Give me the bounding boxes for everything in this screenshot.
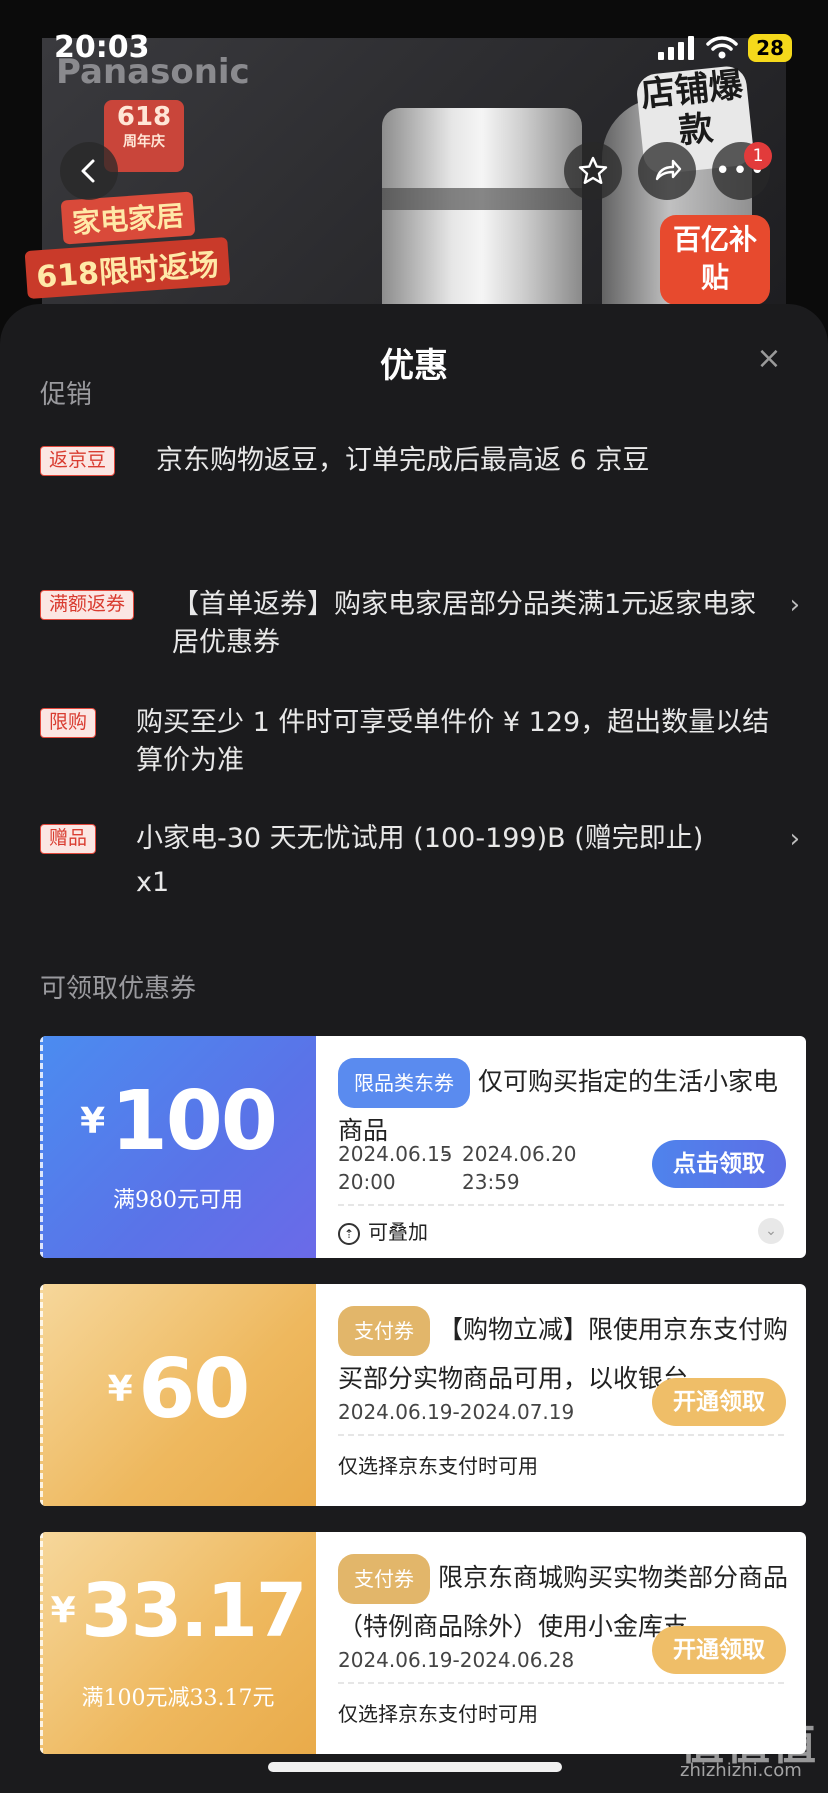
coupon-value: 100: [110, 1074, 278, 1169]
coupon-condition: 满980元可用: [113, 1188, 243, 1213]
promotion-tag: 赠品: [40, 824, 97, 854]
back-button[interactable]: [60, 142, 118, 200]
chevron-left-icon: [81, 159, 95, 183]
promo-618-sub: 周年庆: [123, 134, 165, 150]
wifi-icon: [706, 36, 738, 59]
coupon-value: 33.17: [81, 1568, 307, 1654]
promotion-text: 京东购物返豆，订单完成后最高返 6 京豆: [156, 445, 650, 476]
coupon-start-date: 2024.06.15: [338, 1142, 453, 1166]
coupon-type-tag: 支付券: [338, 1306, 430, 1356]
promotion-item: 返京豆 京东购物返豆，订单完成后最高返 6 京豆: [40, 442, 800, 492]
coupon-amount: ¥ 100: [40, 1074, 316, 1169]
coupon-amount: ¥ 33.17: [40, 1568, 316, 1654]
coupon-currency: ¥: [50, 1590, 76, 1632]
sheet-title: 优惠: [380, 346, 448, 386]
status-indicators: 28: [658, 34, 792, 62]
close-icon: ×: [756, 341, 782, 376]
coupon-condition: 满100元减33.17元: [81, 1686, 275, 1711]
promotion-text: 【首单返券】购家电家居部分品类满1元返家电家居优惠券: [172, 589, 757, 658]
coupon-divider: [338, 1204, 784, 1206]
product-hero: Panasonic 618 周年庆 家电家居 618限时返场 店铺爆款 百亿补贴…: [0, 0, 828, 340]
promotion-tag: 返京豆: [40, 446, 116, 476]
activate-claim-button[interactable]: 开通领取: [652, 1626, 786, 1674]
coupon-card: ¥ 100 满980元可用 限品类东券 仅可购买指定的生活小家电商品 2024.0…: [40, 1036, 806, 1258]
coupons-section-label: 可领取优惠券: [40, 974, 197, 1004]
coupon-title-block: 限品类东券 仅可购买指定的生活小家电商品: [338, 1058, 794, 1150]
star-icon: [578, 156, 608, 184]
promotion-item: 限购 购买至少 1 件时可享受单件价 ¥ 129，超出数量以结算价为准: [40, 704, 800, 784]
subsidy-badge: 百亿补贴: [660, 215, 770, 305]
coupon-end-time: 23:59: [462, 1170, 520, 1194]
favorite-button[interactable]: [564, 142, 622, 200]
coupon-start-time: 20:00: [338, 1170, 396, 1194]
promotion-tag: 限购: [40, 708, 97, 738]
promo-line-1: 家电家居: [60, 191, 196, 245]
stackable-icon: ⇡: [338, 1222, 360, 1245]
claim-coupon-button[interactable]: 点击领取: [652, 1140, 786, 1188]
coupon-footer-text: 可叠加: [368, 1220, 428, 1244]
coupon-type-tag: 支付券: [338, 1554, 430, 1604]
coupon-footer: 仅选择京东支付时可用: [338, 1702, 538, 1726]
coupon-date-sep: -: [442, 1142, 450, 1166]
notification-badge: 1: [744, 142, 772, 170]
coupon-currency: ¥: [80, 1101, 106, 1142]
chevron-right-icon: ›: [789, 824, 800, 854]
battery-indicator: 28: [748, 34, 792, 62]
coupon-details: 限品类东券 仅可购买指定的生活小家电商品 2024.06.15 20:00 - 2…: [316, 1036, 806, 1258]
coupon-footer: ⇡ 可叠加: [338, 1216, 428, 1245]
promotion-tag: 满额返券: [40, 590, 135, 620]
coupon-type-tag: 限品类东券: [338, 1058, 470, 1108]
offers-sheet: 优惠 × 促销 返京豆 京东购物返豆，订单完成后最高返 6 京豆 满额返券 【首…: [0, 304, 828, 1793]
status-time: 20:03: [54, 30, 150, 65]
coupon-end-date: 2024.06.20: [462, 1142, 577, 1166]
coupon-date-start: 2024.06.15 20:00: [338, 1140, 453, 1196]
chevron-right-icon: ›: [789, 590, 800, 620]
coupon-amount: ¥ 60: [40, 1342, 316, 1437]
close-button[interactable]: ×: [754, 344, 784, 374]
watermark-url: zhizhizhi.com: [680, 1760, 802, 1781]
coupon-amount-panel: ¥ 33.17 满100元减33.17元: [40, 1532, 316, 1754]
home-indicator[interactable]: [268, 1762, 562, 1772]
coupon-currency: ¥: [107, 1369, 133, 1410]
share-arrow-icon: [655, 159, 682, 181]
coupon-amount-panel: ¥ 60: [40, 1284, 316, 1506]
coupon-amount-panel: ¥ 100 满980元可用: [40, 1036, 316, 1258]
coupon-divider: [338, 1682, 784, 1684]
promotion-item[interactable]: 满额返券 【首单返券】购家电家居部分品类满1元返家电家居优惠券 ›: [40, 586, 800, 666]
promo-618-number: 618: [116, 102, 172, 132]
coupon-footer: 仅选择京东支付时可用: [338, 1454, 538, 1478]
coupon-validity: 2024.06.19-2024.06.28: [338, 1648, 575, 1672]
coupon-date-end: 2024.06.20 23:59: [462, 1140, 577, 1196]
share-button[interactable]: [638, 142, 696, 200]
coupon-divider: [338, 1434, 784, 1436]
promotion-text: 购买至少 1 件时可享受单件价 ¥ 129，超出数量以结算价为准: [136, 707, 770, 776]
coupon-value: 60: [138, 1342, 250, 1437]
promotion-text: 小家电-30 天无忧试用 (100-199)B (赠完即止): [136, 823, 704, 854]
promotion-item[interactable]: 赠品 小家电-30 天无忧试用 (100-199)B (赠完即止) x1 ›: [40, 820, 800, 900]
coupon-details: 支付券 【购物立减】限使用京东支付购买部分实物商品可用，以收银台... 2024.…: [316, 1284, 806, 1506]
promotions-section-label: 促销: [40, 380, 93, 410]
signal-icon: [658, 36, 695, 60]
coupon-validity: 2024.06.19-2024.07.19: [338, 1400, 575, 1424]
gift-quantity: x1: [136, 867, 170, 898]
activate-claim-button[interactable]: 开通领取: [652, 1378, 786, 1426]
coupon-card: ¥ 60 支付券 【购物立减】限使用京东支付购买部分实物商品可用，以收银台... …: [40, 1284, 806, 1506]
expand-chevron-icon[interactable]: ⌄: [758, 1218, 784, 1244]
